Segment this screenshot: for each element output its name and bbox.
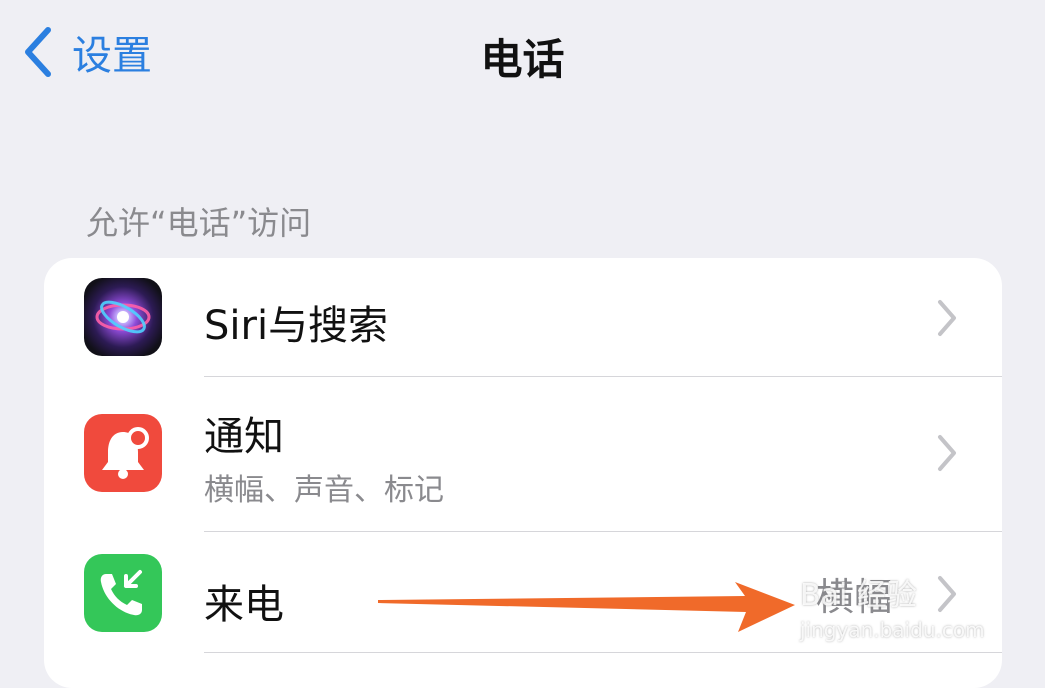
row-title: 来电 <box>204 582 284 628</box>
watermark-url: jingyan.baidu.com <box>800 618 985 642</box>
chevron-right-icon <box>938 300 956 336</box>
row-title: 通知 <box>204 414 284 460</box>
bell-icon <box>84 414 162 492</box>
section-header: 允许“电话”访问 <box>86 204 312 242</box>
row-subtitle: 横幅、声音、标记 <box>204 473 444 508</box>
chevron-right-icon <box>938 435 956 471</box>
page-title: 电话 <box>480 35 565 84</box>
siri-search-row[interactable]: Siri与搜索 <box>44 258 1002 376</box>
watermark-brand: Bai 经验 <box>800 578 917 613</box>
separator <box>204 652 1002 653</box>
row-title: Siri与搜索 <box>204 303 389 349</box>
siri-icon <box>84 278 162 356</box>
phone-incoming-icon <box>84 554 162 632</box>
watermark: Bai 经验 jingyan.baidu.com <box>800 570 985 642</box>
notifications-row[interactable]: 通知 横幅、声音、标记 <box>44 377 1002 531</box>
navigation-bar: 设置 电话 <box>0 0 1045 110</box>
